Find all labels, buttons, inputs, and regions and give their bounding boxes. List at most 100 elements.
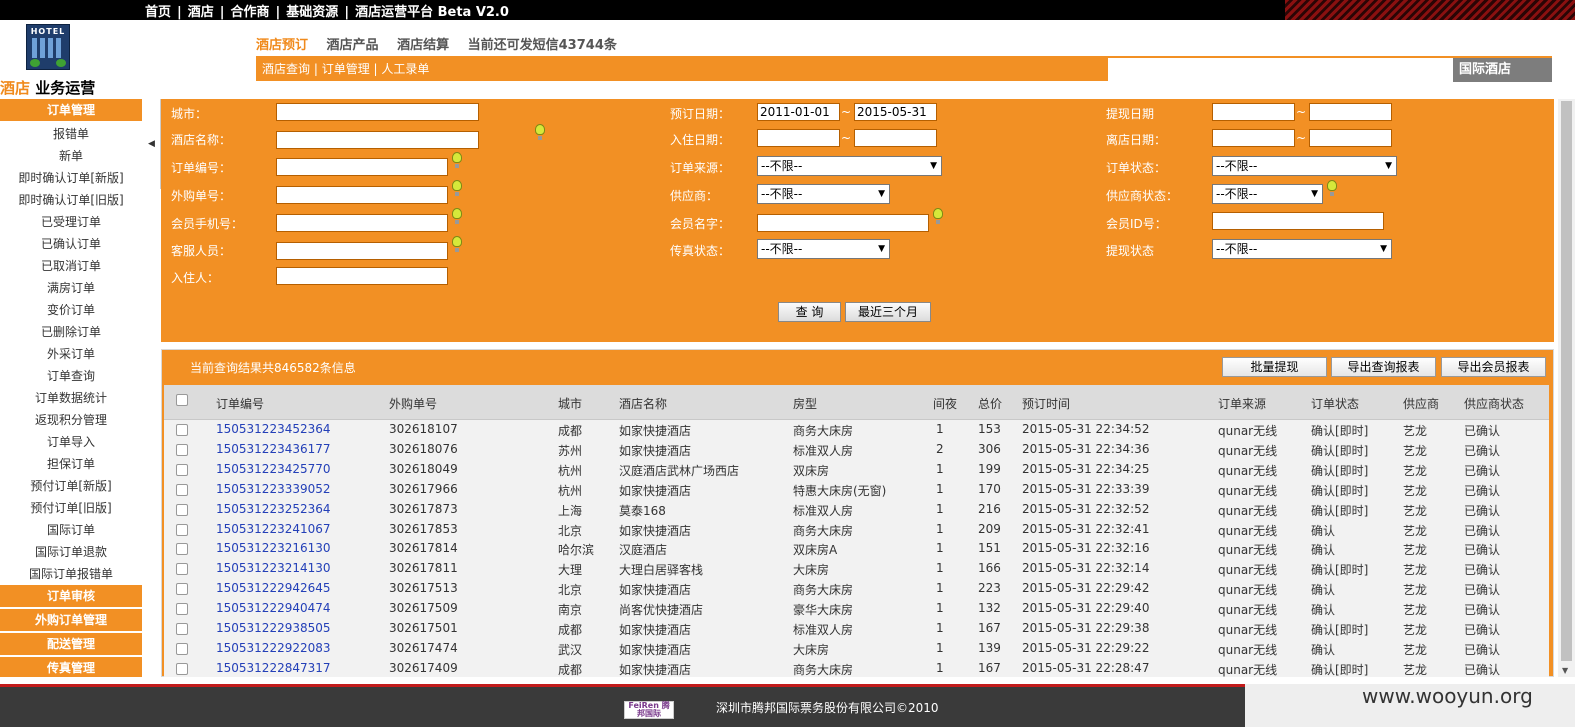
book-date-from-input[interactable]: 2011-01-01 xyxy=(757,103,840,121)
tab-hotel-settlement[interactable]: 酒店结算 xyxy=(397,38,449,53)
cell-order-no[interactable]: 150531223436177 xyxy=(216,442,331,456)
sidebar-item[interactable]: 预付订单[旧版] xyxy=(0,497,142,519)
phone-input[interactable] xyxy=(276,214,448,232)
hint-bulb-icon[interactable] xyxy=(452,180,462,196)
tab-hotel-booking[interactable]: 酒店预订 xyxy=(256,38,308,53)
row-checkbox[interactable] xyxy=(176,563,188,576)
col-header[interactable]: 供应商 xyxy=(1403,395,1439,412)
export-query-report-button[interactable]: 导出查询报表 xyxy=(1331,357,1436,377)
cell-order-no[interactable]: 150531223425770 xyxy=(216,462,331,476)
col-header[interactable]: 外购单号 xyxy=(389,395,437,412)
sidebar-item[interactable]: 即时确认订单[新版] xyxy=(0,167,142,189)
row-checkbox[interactable] xyxy=(176,603,188,616)
sidebar-head-fax[interactable]: 传真管理 xyxy=(0,657,142,677)
export-member-report-button[interactable]: 导出会员报表 xyxy=(1441,357,1546,377)
row-checkbox[interactable] xyxy=(176,463,188,476)
order-no-input[interactable] xyxy=(276,158,448,176)
col-header[interactable]: 供应商状态 xyxy=(1464,395,1524,412)
cashout-date-from-input[interactable] xyxy=(1212,103,1295,121)
sidebar-item[interactable]: 订单查询 xyxy=(0,365,142,387)
order-status-select[interactable]: --不限-- xyxy=(1212,156,1397,176)
sidebar-item[interactable]: 新单 xyxy=(0,145,142,167)
col-header[interactable]: 城市 xyxy=(558,395,582,412)
sidebar-item[interactable]: 已受理订单 xyxy=(0,211,142,233)
cell-order-no[interactable]: 150531222942645 xyxy=(216,581,331,595)
row-checkbox[interactable] xyxy=(176,662,188,675)
query-button[interactable]: 查 询 xyxy=(778,302,841,322)
source-select[interactable]: --不限-- xyxy=(757,156,942,176)
subnav-manual-entry[interactable]: 人工录单 xyxy=(381,62,429,76)
hint-bulb-icon[interactable] xyxy=(452,236,462,252)
col-header[interactable]: 房型 xyxy=(793,395,817,412)
supplier-select[interactable]: --不限-- xyxy=(757,184,890,204)
batch-cashout-button[interactable]: 批量提现 xyxy=(1222,357,1327,377)
sidebar-item[interactable]: 担保订单 xyxy=(0,453,142,475)
sidebar-head-order-audit[interactable]: 订单审核 xyxy=(0,585,142,607)
cell-order-no[interactable]: 150531222847317 xyxy=(216,661,331,675)
checkout-from-input[interactable] xyxy=(1212,129,1295,147)
cell-order-no[interactable]: 150531223214130 xyxy=(216,561,331,575)
member-name-input[interactable] xyxy=(757,214,929,232)
city-input[interactable] xyxy=(276,103,479,121)
sidebar-item[interactable]: 变价订单 xyxy=(0,299,142,321)
checkin-from-input[interactable] xyxy=(757,129,840,147)
row-checkbox[interactable] xyxy=(176,642,188,655)
col-header[interactable]: 间夜 xyxy=(933,395,957,412)
row-checkbox[interactable] xyxy=(176,583,188,596)
sidebar-item[interactable]: 已确认订单 xyxy=(0,233,142,255)
sidebar-item[interactable]: 国际订单 xyxy=(0,519,142,541)
sidebar-item[interactable]: 预付订单[新版] xyxy=(0,475,142,497)
supplier-status-select[interactable]: --不限-- xyxy=(1212,184,1323,204)
book-date-to-input[interactable]: 2015-05-31 xyxy=(854,103,937,121)
sidebar-head-delivery[interactable]: 配送管理 xyxy=(0,633,142,655)
ext-no-input[interactable] xyxy=(276,186,448,204)
col-header[interactable]: 总价 xyxy=(978,395,1002,412)
hint-bulb-icon[interactable] xyxy=(1327,180,1337,196)
subnav-order-manage[interactable]: 订单管理 xyxy=(322,62,370,76)
sidebar-item[interactable]: 已取消订单 xyxy=(0,255,142,277)
vertical-scrollbar[interactable]: ▼ xyxy=(1558,99,1575,677)
col-header[interactable]: 订单编号 xyxy=(216,395,264,412)
checkout-to-input[interactable] xyxy=(1309,129,1392,147)
row-checkbox[interactable] xyxy=(176,523,188,536)
cell-order-no[interactable]: 150531223452364 xyxy=(216,422,331,436)
nav-hotel-link[interactable]: 酒店 xyxy=(188,5,214,20)
tab-hotel-product[interactable]: 酒店产品 xyxy=(327,38,379,53)
nav-partner-link[interactable]: 合作商 xyxy=(231,5,270,20)
select-all-checkbox[interactable] xyxy=(176,394,188,406)
sidebar-head-ext-order[interactable]: 外购订单管理 xyxy=(0,609,142,631)
nav-home-link[interactable]: 首页 xyxy=(145,5,171,20)
sidebar-item[interactable]: 国际订单报错单 xyxy=(0,563,142,585)
sidebar-item[interactable]: 报错单 xyxy=(0,123,142,145)
cell-order-no[interactable]: 150531222922083 xyxy=(216,641,331,655)
col-header[interactable]: 酒店名称 xyxy=(619,395,667,412)
fax-status-select[interactable]: --不限-- xyxy=(757,239,890,259)
col-header[interactable]: 预订时间 xyxy=(1022,395,1070,412)
sidebar-item[interactable]: 订单导入 xyxy=(0,431,142,453)
cashout-status-select[interactable]: --不限-- xyxy=(1212,239,1392,259)
cashout-date-to-input[interactable] xyxy=(1309,103,1392,121)
cell-order-no[interactable]: 150531222938505 xyxy=(216,621,331,635)
sidebar-item[interactable]: 返现积分管理 xyxy=(0,409,142,431)
sidebar-head-order-manage[interactable]: 订单管理 xyxy=(0,99,142,121)
sidebar-collapse-toggle[interactable]: ◀ xyxy=(143,99,161,189)
cell-order-no[interactable]: 150531222940474 xyxy=(216,601,331,615)
recent-three-months-button[interactable]: 最近三个月 xyxy=(845,302,931,322)
hint-bulb-icon[interactable] xyxy=(452,152,462,168)
row-checkbox[interactable] xyxy=(176,483,188,496)
row-checkbox[interactable] xyxy=(176,424,188,436)
col-header[interactable]: 订单状态 xyxy=(1311,395,1359,412)
cs-input[interactable] xyxy=(276,242,448,260)
hint-bulb-icon[interactable] xyxy=(933,208,943,224)
hint-bulb-icon[interactable] xyxy=(452,208,462,224)
cell-order-no[interactable]: 150531223252364 xyxy=(216,502,331,516)
cell-order-no[interactable]: 150531223216130 xyxy=(216,541,331,555)
row-checkbox[interactable] xyxy=(176,503,188,516)
checkin-to-input[interactable] xyxy=(854,129,937,147)
guest-input[interactable] xyxy=(276,267,448,285)
col-header[interactable]: 订单来源 xyxy=(1218,395,1266,412)
cell-order-no[interactable]: 150531223241067 xyxy=(216,522,331,536)
sidebar-item[interactable]: 国际订单退款 xyxy=(0,541,142,563)
subnav-hotel-query[interactable]: 酒店查询 xyxy=(262,62,310,76)
member-id-input[interactable] xyxy=(1212,212,1384,230)
